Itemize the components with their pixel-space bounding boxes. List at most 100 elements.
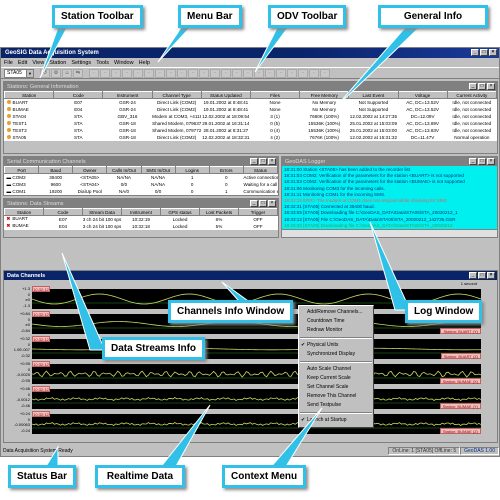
- context-menu-item[interactable]: Keep Current Scale: [299, 374, 373, 383]
- close-button[interactable]: ×: [487, 272, 495, 279]
- odv-tool-button[interactable]: ·: [89, 68, 99, 78]
- close-button[interactable]: ×: [487, 83, 495, 90]
- context-menu-item[interactable]: Synchronized Display: [299, 350, 373, 359]
- column-header[interactable]: GPS status: [160, 208, 200, 216]
- close-button[interactable]: ×: [268, 158, 276, 165]
- table-row[interactable]: STA04STAGBV_316Modem at COM3, +41181...1…: [5, 113, 497, 120]
- column-header[interactable]: Instrument: [102, 91, 153, 99]
- menu-tools[interactable]: Tools: [96, 60, 109, 66]
- column-header[interactable]: Lost Packets: [199, 208, 239, 216]
- column-header[interactable]: Current Activity: [446, 91, 498, 99]
- table-row[interactable]: TEST2STAGSR-18Shared Modem, 07977290...2…: [5, 127, 497, 134]
- column-header[interactable]: Last Event: [348, 91, 399, 99]
- close-button[interactable]: ×: [489, 49, 497, 56]
- menu-file[interactable]: File: [4, 60, 13, 66]
- minimize-button[interactable]: _: [471, 49, 479, 56]
- column-header[interactable]: Stream Data: [82, 208, 122, 216]
- column-header[interactable]: Files: [249, 91, 301, 99]
- column-header[interactable]: Calls In/Out: [106, 166, 142, 174]
- odv-tool-button[interactable]: ·: [188, 68, 198, 78]
- column-header[interactable]: Station: [4, 208, 44, 216]
- column-header[interactable]: Trigger: [238, 208, 278, 216]
- menu-view[interactable]: View: [32, 60, 44, 66]
- station-disconnect-icon[interactable]: ⇆: [73, 68, 83, 78]
- context-menu-item[interactable]: Countdown Time: [299, 317, 373, 326]
- column-header[interactable]: Code: [43, 208, 83, 216]
- odv-tool-button[interactable]: ·: [199, 68, 209, 78]
- odv-tool-button[interactable]: ·: [298, 68, 308, 78]
- column-header[interactable]: Errors: [208, 166, 244, 174]
- context-menu-item[interactable]: Auto Scale Channel: [299, 365, 373, 374]
- table-row[interactable]: ▬ COM3 9600 <STA04> 0/0 NA/NA 0 0 Waiting for a…: [5, 181, 278, 188]
- horizontal-scrollbar[interactable]: [282, 229, 497, 237]
- context-menu-item[interactable]: ✔ Physical Units: [299, 341, 373, 350]
- odv-tool-button[interactable]: ·: [320, 68, 330, 78]
- table-row[interactable]: STA05 STA GSR-18 Direct Link (COM2) 12.02.20…: [5, 134, 497, 141]
- column-header[interactable]: SMS In/Out: [140, 166, 176, 174]
- column-header[interactable]: Status Updated: [200, 91, 251, 99]
- menu-help[interactable]: Help: [139, 60, 150, 66]
- minimize-button[interactable]: _: [469, 83, 477, 90]
- close-button[interactable]: ×: [487, 158, 495, 165]
- context-menu-item[interactable]: Add/Remove Channels...: [299, 308, 373, 317]
- odv-tool-button[interactable]: ·: [177, 68, 187, 78]
- station-connect-icon[interactable]: ↺: [40, 68, 50, 78]
- menu-window[interactable]: Window: [114, 60, 134, 66]
- column-header[interactable]: Station: [3, 91, 55, 99]
- maximize-button[interactable]: □: [478, 158, 486, 165]
- close-button[interactable]: ×: [268, 200, 276, 207]
- menu-settings[interactable]: Settings: [71, 60, 91, 66]
- table-row[interactable]: BUART E07 GSR-24 Direct Link (COM2) 19.01.20…: [5, 99, 497, 106]
- station-settings-icon[interactable]: ⚙: [51, 68, 61, 78]
- column-header[interactable]: Voltage: [397, 91, 448, 99]
- context-menu-item[interactable]: Redraw Monitor: [299, 326, 373, 335]
- chevron-down-icon[interactable]: ▼: [26, 69, 33, 77]
- station-select[interactable]: STA05 ▼: [4, 68, 34, 78]
- column-header[interactable]: Free Memory: [299, 91, 350, 99]
- odv-tool-button[interactable]: ·: [276, 68, 286, 78]
- channel-row[interactable]: +0.32 0 1.0E-007 -0.32 10:32:12 Station: BUAR…: [8, 336, 482, 360]
- table-row[interactable]: BUMAE E04 GSR-24 Direct Link (COM2) 19.01.20…: [5, 106, 497, 113]
- column-header[interactable]: Port: [3, 166, 40, 174]
- context-menu-item[interactable]: Send Testpulse: [299, 401, 373, 410]
- odv-tool-button[interactable]: ·: [243, 68, 253, 78]
- table-row[interactable]: ✖ BUART E07 3 ch 24 bit 100 sps 10:32:19 Lock…: [5, 216, 278, 223]
- minimize-button[interactable]: _: [469, 272, 477, 279]
- maximize-button[interactable]: □: [259, 158, 267, 165]
- minimize-button[interactable]: _: [469, 158, 477, 165]
- context-menu-item[interactable]: Remove This Channel: [299, 392, 373, 401]
- column-header[interactable]: Logins: [174, 166, 210, 174]
- channel-row[interactable]: +0.95 0 -0.0025 -0.95 10:32:12 Station: BUMAE…: [8, 361, 482, 385]
- odv-tool-button[interactable]: ·: [254, 68, 264, 78]
- maximize-button[interactable]: □: [478, 272, 486, 279]
- maximize-button[interactable]: □: [478, 83, 486, 90]
- column-header[interactable]: Status: [242, 166, 279, 174]
- menu-edit[interactable]: Edit: [18, 60, 27, 66]
- station-user-icon[interactable]: ☺: [62, 68, 72, 78]
- odv-tool-button[interactable]: ·: [221, 68, 231, 78]
- column-header[interactable]: Code: [53, 91, 104, 99]
- context-menu-item[interactable]: ✔ Launch at Startup: [299, 416, 373, 425]
- odv-tool-button[interactable]: ·: [144, 68, 154, 78]
- column-header[interactable]: Owner: [72, 166, 108, 174]
- table-row[interactable]: TEST1 STA GSR-18 Shared Modem, 0796371...29…: [5, 120, 497, 127]
- column-header[interactable]: Baud: [38, 166, 74, 174]
- table-row[interactable]: ▬ COM2 38400 <STA05> NA/NA NA/NA 1 0 Active con…: [5, 174, 278, 181]
- table-row[interactable]: ▬ COM1 19200 DialUp Pool NA/0 0/0 0 1 Communica…: [5, 188, 278, 195]
- menu-station[interactable]: Station: [49, 60, 66, 66]
- channel-row[interactable]: +0.24 0 -0.00063 -0.24 10:32:12 Station: BUMA…: [8, 411, 482, 435]
- odv-tool-button[interactable]: ·: [155, 68, 165, 78]
- odv-tool-button[interactable]: ·: [122, 68, 132, 78]
- odv-tool-button[interactable]: ·: [166, 68, 176, 78]
- odv-tool-button[interactable]: ·: [100, 68, 110, 78]
- maximize-button[interactable]: □: [259, 200, 267, 207]
- minimize-button[interactable]: _: [250, 200, 258, 207]
- column-header[interactable]: Instrument: [121, 208, 161, 216]
- odv-tool-button[interactable]: ·: [287, 68, 297, 78]
- maximize-button[interactable]: □: [480, 49, 488, 56]
- channel-row[interactable]: +0.46 0 -0.0012 -0.46 10:32:12 Station: BUMAE…: [8, 386, 482, 410]
- odv-tool-button[interactable]: ·: [111, 68, 121, 78]
- minimize-button[interactable]: _: [250, 158, 258, 165]
- odv-tool-button[interactable]: ·: [232, 68, 242, 78]
- odv-tool-button[interactable]: ·: [265, 68, 275, 78]
